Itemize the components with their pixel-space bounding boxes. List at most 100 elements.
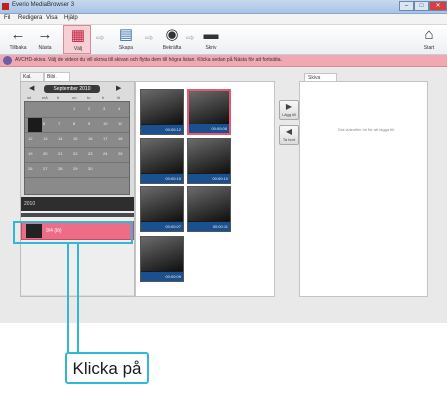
step-arrow-icon: ⇨ xyxy=(96,33,105,44)
calendar-day[interactable]: 20 xyxy=(43,151,47,156)
create-icon: ▤ xyxy=(118,26,134,43)
app-icon xyxy=(2,3,9,10)
calendar-day[interactable]: 19 xyxy=(28,151,32,156)
calendar-day[interactable]: 12 xyxy=(28,136,32,141)
select-icon: ▦ xyxy=(70,27,86,44)
calendar-day[interactable]: 30 xyxy=(88,166,92,171)
date-list-year: 2010 xyxy=(24,201,36,207)
weekday-label: ti xyxy=(57,95,59,100)
menu-bar: Fil Redigera Visa Hjälp xyxy=(0,14,447,25)
calendar-day[interactable]: 4 xyxy=(118,106,120,111)
calendar-day[interactable]: 18 xyxy=(118,136,122,141)
calendar-day[interactable]: 9 xyxy=(88,121,90,126)
video-thumbnail[interactable]: 00:00:09 xyxy=(140,236,184,282)
menu-view[interactable]: Visa xyxy=(46,15,58,21)
menu-help[interactable]: Hjälp xyxy=(64,15,78,21)
calendar-day[interactable]: 26 xyxy=(28,166,32,171)
video-thumbnail[interactable]: 00:00:15 xyxy=(140,138,184,184)
date-list-item-selected[interactable]: 9/4 (lö) xyxy=(21,221,134,240)
menu-file[interactable]: Fil xyxy=(4,15,10,21)
confirm-step-button[interactable]: ◉ Bekräfta xyxy=(158,25,186,54)
calendar-day[interactable]: 25 xyxy=(118,151,122,156)
select-step-button[interactable]: ▦ Välj xyxy=(63,25,91,54)
footer-bar xyxy=(0,298,447,323)
calendar-day[interactable]: 8 xyxy=(73,121,75,126)
calendar-week: 19 20 21 22 23 24 25 xyxy=(25,147,129,163)
write-step-button[interactable]: ▬ Skriv xyxy=(197,25,225,54)
tab-library[interactable]: Bibl. xyxy=(44,72,70,81)
video-thumbnail[interactable]: 00:00:12 xyxy=(140,89,184,135)
video-frame xyxy=(188,187,230,221)
home-icon: ⌂ xyxy=(424,26,434,43)
maximize-button[interactable]: □ xyxy=(414,1,429,11)
forward-button[interactable]: → Nästa xyxy=(31,25,59,54)
weekday-label: fr xyxy=(102,95,105,100)
calendar-day[interactable]: 7 xyxy=(58,121,60,126)
disc-list-panel xyxy=(299,81,428,297)
close-button[interactable]: ✕ xyxy=(429,1,447,11)
video-thumbnail[interactable]: 00:00:11 xyxy=(187,186,231,232)
calendar-week: 1 2 3 4 xyxy=(25,102,129,118)
thumbnail-caption: 00:00:15 xyxy=(141,174,183,183)
video-thumbnail-selected[interactable]: 00:00:08 xyxy=(187,89,231,135)
calendar-week: 26 27 28 29 30 xyxy=(25,162,129,178)
prev-month-button[interactable]: ◀ xyxy=(29,85,34,93)
date-list-divider xyxy=(21,213,134,217)
step-arrow-icon: ⇨ xyxy=(145,33,154,44)
weekday-label: to xyxy=(87,95,91,100)
calendar-day[interactable]: 11 xyxy=(118,121,122,126)
remove-from-list-button[interactable]: ◀ Ta bort xyxy=(279,125,299,145)
video-frame xyxy=(141,237,183,271)
video-frame xyxy=(188,139,230,173)
calendar-day[interactable]: 1 xyxy=(73,106,75,111)
forward-label: Nästa xyxy=(38,45,52,51)
create-label: Skapa xyxy=(118,45,134,51)
video-thumbnail[interactable]: 00:00:07 xyxy=(140,186,184,232)
confirm-icon: ◉ xyxy=(165,26,179,43)
calendar-day[interactable]: 3 xyxy=(103,106,105,111)
add-to-list-button[interactable]: ▶ Lägg till xyxy=(279,100,299,120)
calendar-day[interactable]: 24 xyxy=(103,151,107,156)
calendar-day[interactable]: 14 xyxy=(58,136,62,141)
date-thumbnail-icon xyxy=(26,224,42,238)
tab-disc[interactable]: Skiva xyxy=(304,73,337,81)
calendar-week: 12 13 14 15 16 17 18 xyxy=(25,132,129,148)
calendar-day[interactable]: 10 xyxy=(103,121,107,126)
calendar-day[interactable]: 16 xyxy=(88,136,92,141)
minimize-button[interactable]: – xyxy=(399,1,414,11)
date-list-header: 2010 xyxy=(21,197,134,211)
calendar-day[interactable]: 21 xyxy=(58,151,62,156)
calendar-day[interactable]: 22 xyxy=(73,151,77,156)
video-frame xyxy=(141,90,183,124)
calendar-day[interactable]: 13 xyxy=(43,136,47,141)
home-button[interactable]: ⌂ Start xyxy=(415,25,443,54)
step-arrow-icon: ⇨ xyxy=(186,33,195,44)
weekday-label: lö xyxy=(117,95,121,100)
calendar-day[interactable]: 23 xyxy=(88,151,92,156)
calendar-day[interactable]: 17 xyxy=(103,136,107,141)
date-item-label: 9/4 (lö) xyxy=(46,228,62,234)
calendar-grid: 1 2 3 4 5 6 7 8 9 10 11 12 13 14 15 16 1… xyxy=(24,101,130,195)
calendar-day[interactable]: 2 xyxy=(88,106,90,111)
calendar-day[interactable]: 6 xyxy=(43,121,45,126)
callout-text: Klicka på xyxy=(72,359,142,378)
menu-edit[interactable]: Redigera xyxy=(18,15,42,21)
info-icon xyxy=(3,56,12,65)
create-step-button[interactable]: ▤ Skapa xyxy=(112,25,140,54)
date-list: 2010 9/4 (lö) xyxy=(21,197,134,295)
calendar-day[interactable]: 28 xyxy=(58,166,62,171)
calendar-day[interactable]: 29 xyxy=(73,166,77,171)
video-thumbnail[interactable]: 00:00:10 xyxy=(187,138,231,184)
calendar-day-thumbnail[interactable] xyxy=(28,118,42,132)
home-label: Start xyxy=(423,45,435,51)
tab-calendar[interactable]: Kal. xyxy=(20,72,44,81)
weekday-label: on xyxy=(72,95,77,100)
calendar-day[interactable]: 15 xyxy=(73,136,77,141)
next-month-button[interactable]: ▶ xyxy=(116,85,121,93)
write-label: Skriv xyxy=(205,45,217,51)
forward-arrow-icon: → xyxy=(37,26,53,43)
video-frame xyxy=(141,139,183,173)
thumbnail-caption: 00:00:12 xyxy=(141,125,183,134)
calendar-day[interactable]: 27 xyxy=(43,166,47,171)
calendar-nav: ◀ September 2010 ▶ xyxy=(24,85,131,93)
